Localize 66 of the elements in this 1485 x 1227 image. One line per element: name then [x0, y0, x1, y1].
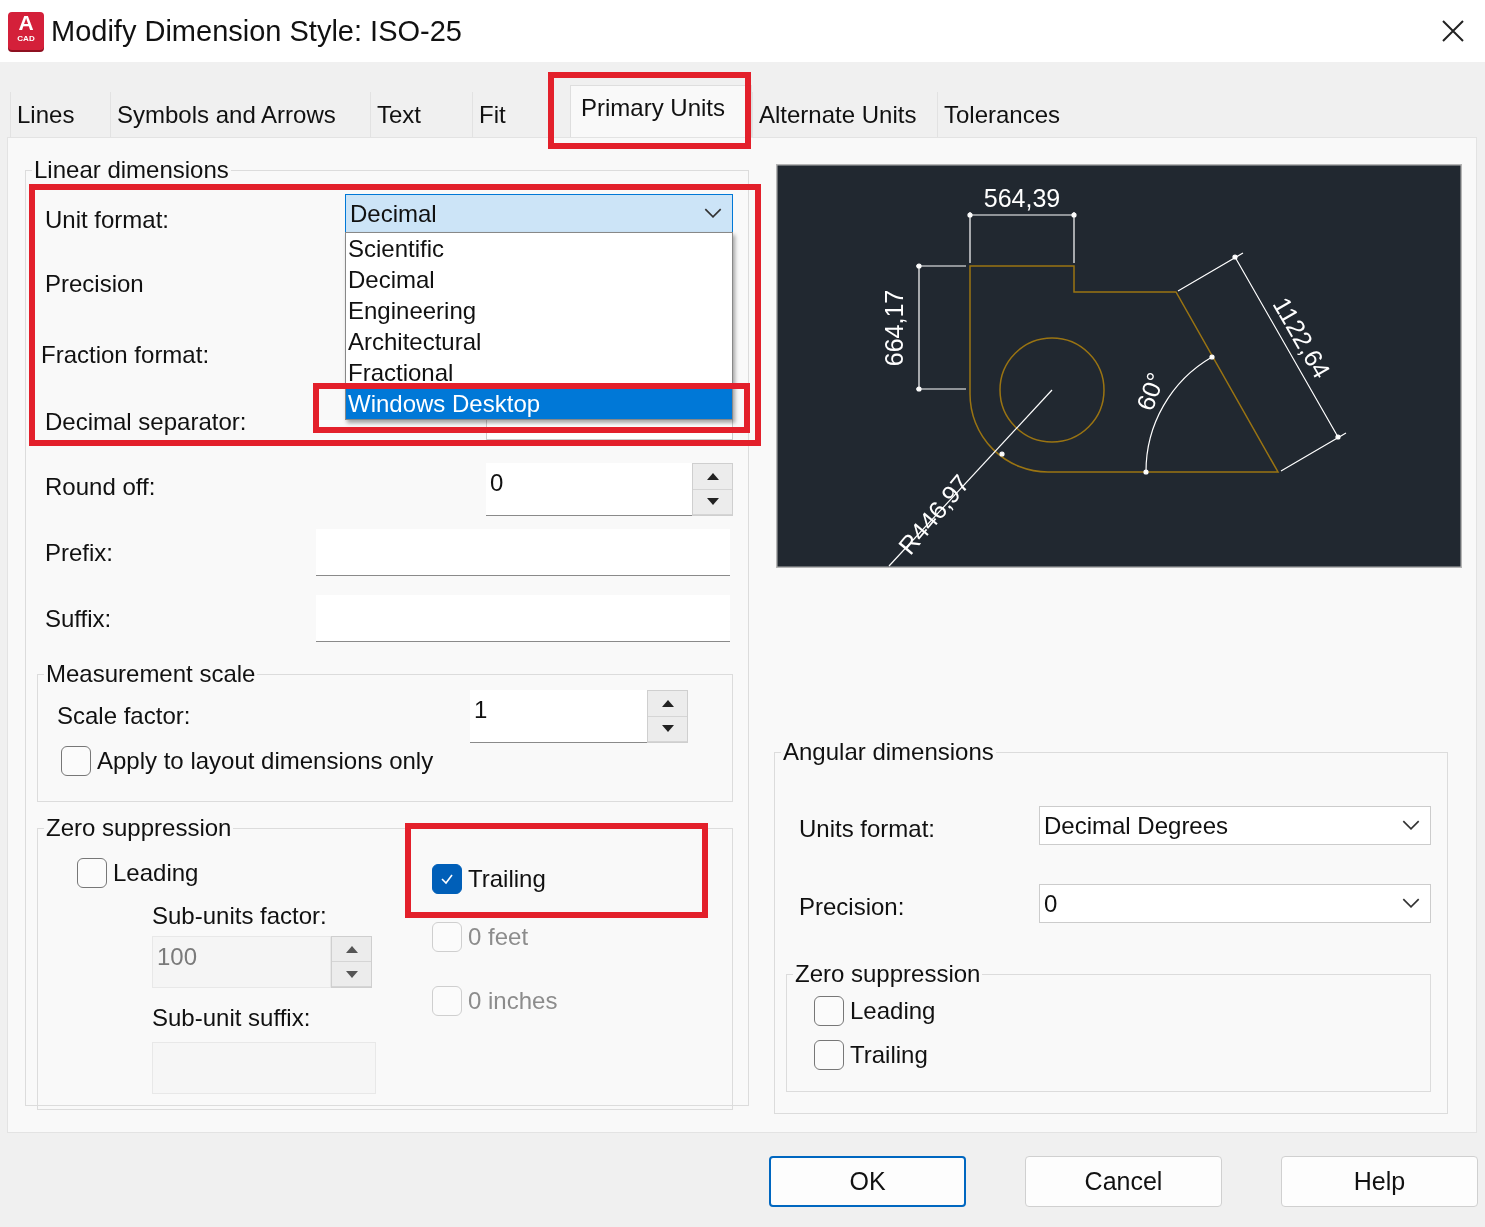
field-label: Precision [44, 270, 144, 298]
checkbox[interactable] [814, 1040, 844, 1070]
field-label: Unit format: [44, 206, 170, 234]
app-icon-letter: A [18, 12, 34, 34]
checkbox-label: Leading [850, 997, 936, 1025]
field-label: Round off: [44, 473, 156, 501]
caret-icon [704, 208, 722, 219]
down-arrow-icon [345, 970, 358, 978]
precision-dropdown[interactable]: 0 [1039, 884, 1431, 923]
dialog-button[interactable]: Cancel [1025, 1156, 1222, 1207]
group-title: Linear dimensions [33, 156, 230, 184]
window-title: Modify Dimension Style: ISO-25 [51, 14, 462, 48]
field-label: Units format: [798, 815, 936, 843]
dropdown-option[interactable]: Engineering [346, 295, 732, 326]
field-label: Suffix: [44, 605, 112, 633]
dimension-label: 564,39 [983, 184, 1061, 212]
checkbox[interactable] [432, 864, 462, 894]
checkbox-label: Trailing [468, 865, 546, 893]
checkbox[interactable] [77, 858, 107, 888]
dialog-button[interactable]: Help [1281, 1156, 1478, 1207]
spin-up-button[interactable] [693, 464, 732, 490]
caret-icon [1402, 898, 1420, 909]
caret-icon [1402, 820, 1420, 831]
dropdown-option[interactable]: Fractional [346, 357, 732, 388]
field-label: Sub-units factor: [152, 902, 327, 930]
checkbox-label: Apply to layout dimensions only [97, 747, 434, 775]
units-format-dropdown[interactable]: Decimal Degrees [1039, 806, 1431, 845]
down-arrow-icon [661, 725, 674, 733]
checkbox-label: Leading [113, 859, 199, 887]
field-label: Sub-unit suffix: [152, 1004, 311, 1032]
close-icon[interactable] [1441, 19, 1465, 43]
up-arrow-icon [661, 699, 674, 707]
dropdown-option[interactable]: Scientific [346, 233, 732, 264]
app-icon-caption: CAD [17, 34, 35, 44]
field-label: Fraction format: [40, 341, 210, 369]
checkbox-label: 0 feet [468, 923, 529, 951]
dropdown-option[interactable]: Decimal [346, 264, 732, 295]
group-title: Angular dimensions [782, 738, 995, 766]
spin-down-button[interactable] [648, 716, 687, 742]
checkbox-label: Trailing [850, 1041, 928, 1069]
group-title: Zero suppression [794, 960, 982, 988]
down-arrow-icon [706, 498, 719, 506]
tab[interactable]: Primary Units [570, 85, 752, 137]
up-arrow-icon [345, 945, 358, 953]
dialog-button[interactable]: OK [769, 1156, 966, 1207]
field-label: Scale factor: [56, 702, 191, 730]
dropdown-option[interactable]: Windows Desktop [346, 388, 732, 419]
spin-up-button[interactable] [648, 691, 687, 717]
dimension-label: 60° [1130, 368, 1170, 414]
dropdown-option[interactable]: Architectural [346, 326, 732, 357]
group-title: Measurement scale [45, 660, 257, 688]
checkbox-label: 0 inches [468, 987, 558, 1015]
dimension-label: 664,17 [880, 289, 908, 367]
up-arrow-icon [706, 472, 719, 480]
spin-down-button[interactable] [693, 489, 732, 515]
field-label: Decimal separator: [44, 408, 247, 436]
field-label: Prefix: [44, 539, 113, 567]
scale-factor-field[interactable]: 1 [470, 690, 647, 743]
round-off-field[interactable]: 0 [486, 463, 692, 516]
prefix-field[interactable] [316, 529, 730, 576]
group-title: Zero suppression [45, 814, 233, 842]
checkbox[interactable] [61, 746, 91, 776]
unit-format-dropdown[interactable]: Decimal [345, 194, 733, 233]
suffix-field[interactable] [316, 595, 730, 642]
checkbox[interactable] [814, 996, 844, 1026]
field-label: Precision: [798, 893, 905, 921]
